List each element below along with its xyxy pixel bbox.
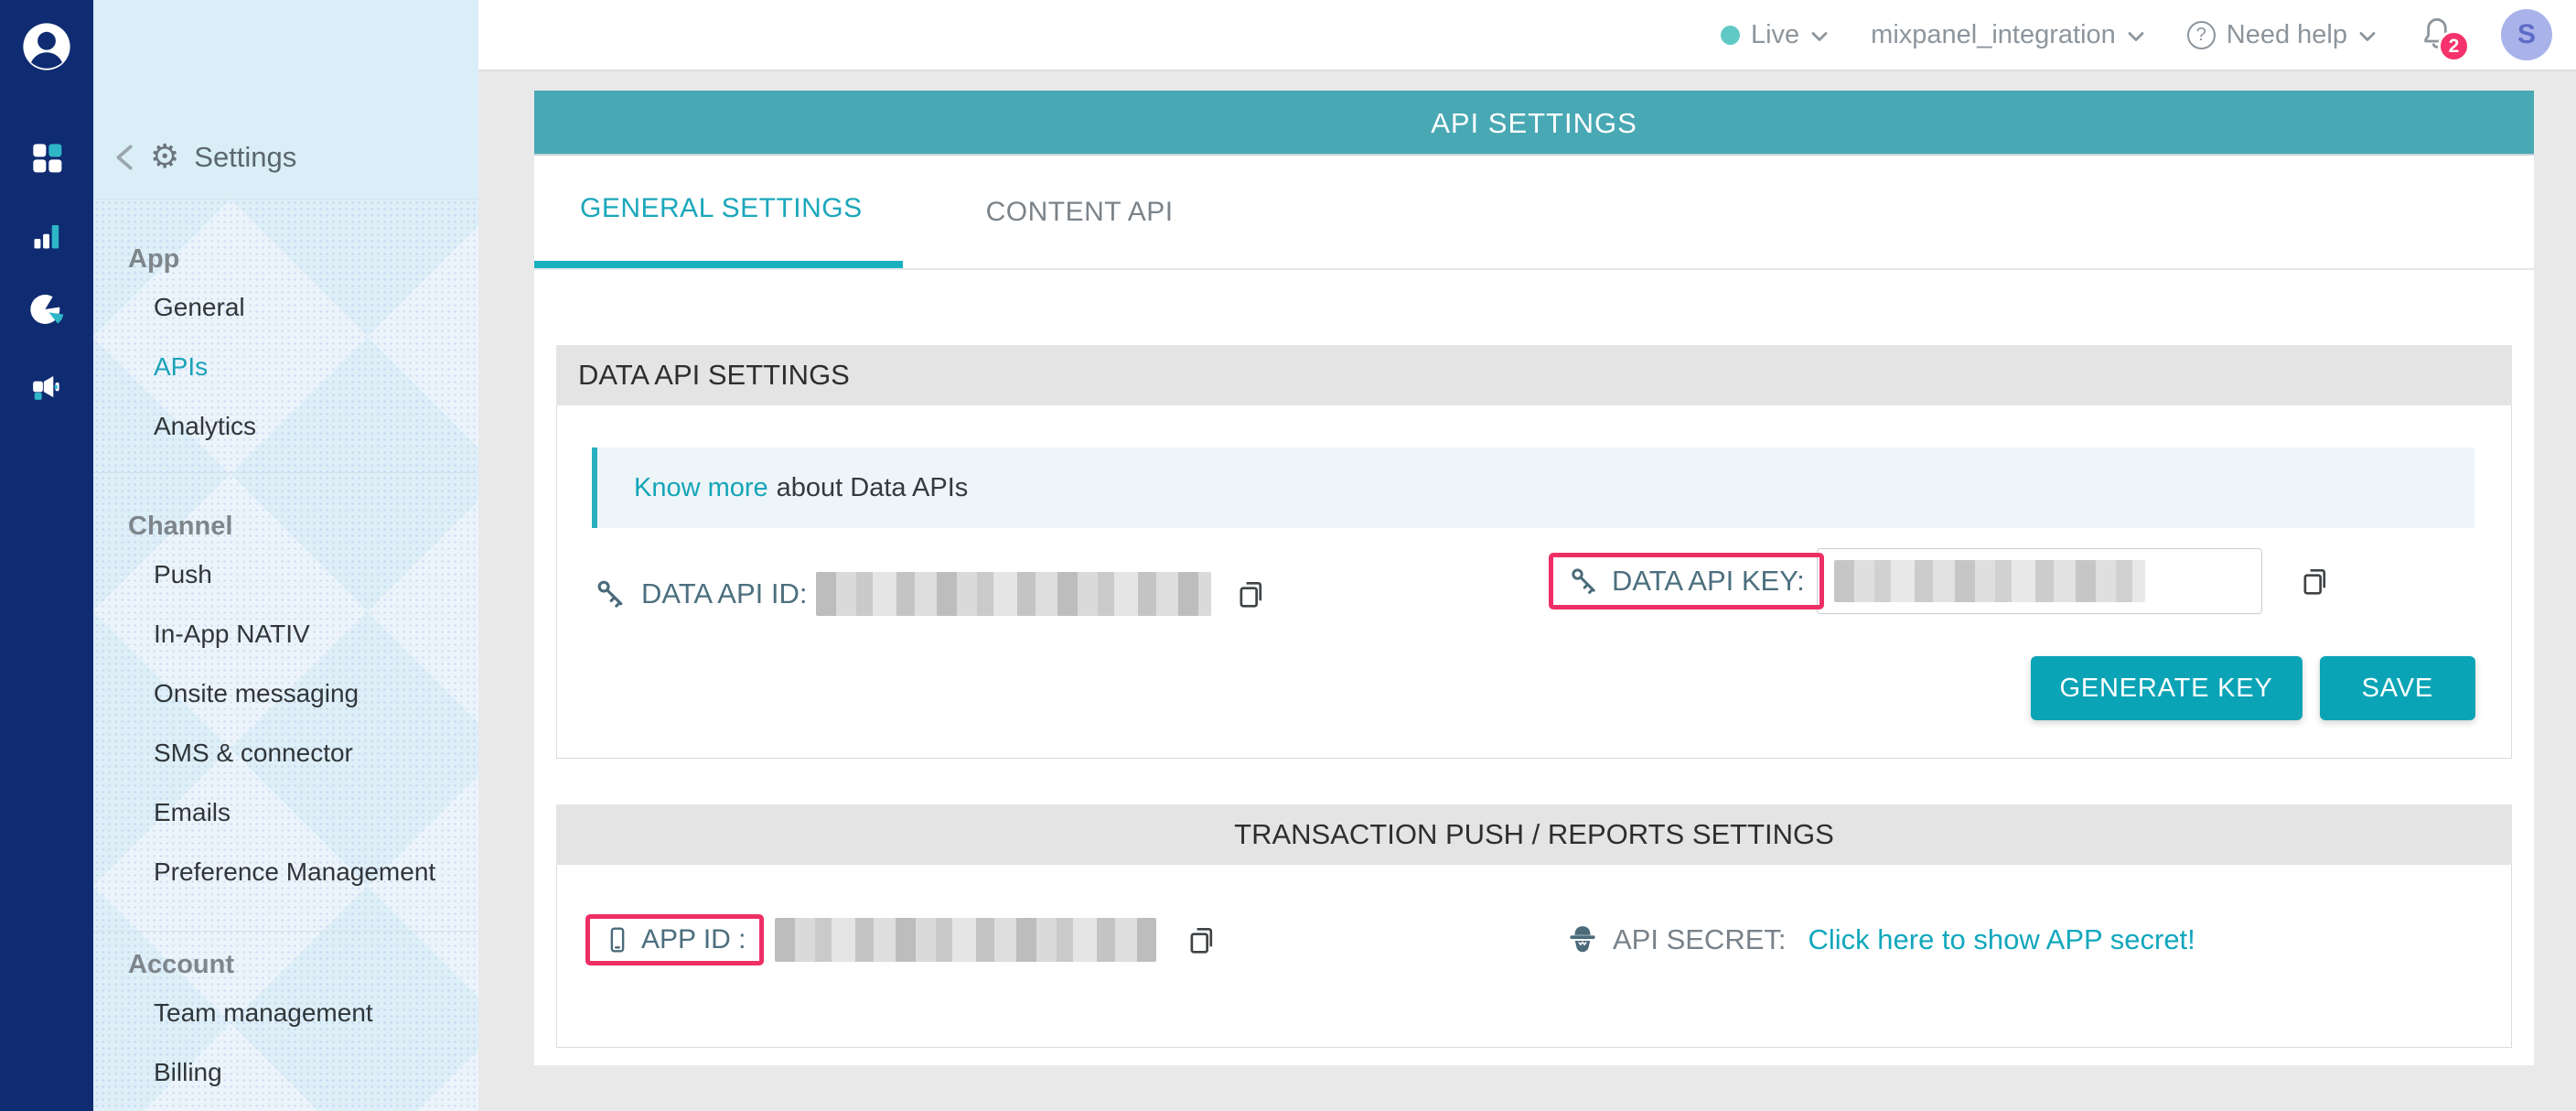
know-more-link[interactable]: Know more	[634, 473, 768, 503]
tab-general-settings[interactable]: GENERAL SETTINGS	[534, 156, 903, 268]
help-label: Need help	[2227, 20, 2347, 50]
data-api-key-input[interactable]	[1817, 548, 2262, 614]
data-api-key-group: DATA API KEY:	[1549, 552, 2332, 610]
app-id-value-redacted	[775, 918, 1156, 962]
sidebar-header: ⚙ Settings	[93, 0, 478, 200]
sidebar-section-app: App General APIs Analytics	[93, 200, 478, 472]
api-secret-row: API SECRET: Click here to show APP secre…	[1565, 911, 2195, 969]
phone-icon	[603, 924, 632, 955]
sidebar-item-push[interactable]: Push	[154, 545, 478, 604]
topbar: Live mixpanel_integration ? Need help	[478, 0, 2576, 71]
sidebar-section-channel: Channel Push In-App NATIV Onsite messagi…	[93, 472, 478, 931]
chevron-down-icon	[2358, 20, 2377, 50]
key-icon	[1568, 565, 1601, 598]
sidebar-item-onsite-messaging[interactable]: Onsite messaging	[154, 663, 478, 723]
segments-pie-icon[interactable]	[28, 291, 65, 332]
key-icon	[594, 577, 628, 611]
data-api-key-value-redacted	[1834, 560, 2145, 602]
save-button[interactable]: SAVE	[2320, 656, 2475, 720]
analytics-bars-icon[interactable]	[30, 220, 63, 257]
data-api-id-label: DATA API ID:	[641, 577, 807, 610]
back-chevron-icon[interactable]	[113, 144, 135, 171]
spy-secret-icon	[1565, 922, 1600, 957]
chevron-down-icon	[2127, 20, 2145, 50]
environment-dropdown[interactable]: Live	[1721, 20, 1829, 50]
sidebar-item-apis[interactable]: APIs	[154, 337, 478, 396]
know-more-infobox: Know more about Data APIs	[592, 448, 2474, 528]
copy-icon[interactable]	[2297, 564, 2332, 599]
tab-bar: GENERAL SETTINGS CONTENT API	[534, 156, 2534, 270]
project-name: mixpanel_integration	[1871, 20, 2116, 50]
project-dropdown[interactable]: mixpanel_integration	[1871, 20, 2145, 50]
show-app-secret-link[interactable]: Click here to show APP secret!	[1809, 923, 2195, 956]
data-api-key-annotation-box: DATA API KEY:	[1549, 553, 1824, 609]
screen: ⚙ Settings App General APIs Analytics Ch…	[0, 0, 2576, 1111]
chevron-down-icon	[1810, 20, 1829, 50]
live-label: Live	[1751, 20, 1799, 50]
help-menu[interactable]: ? Need help	[2187, 20, 2377, 50]
sidebar-section-label: Channel	[128, 508, 478, 545]
settings-sidebar: ⚙ Settings App General APIs Analytics Ch…	[93, 0, 478, 1111]
data-api-id-row: DATA API ID:	[594, 566, 1268, 621]
copy-icon[interactable]	[1233, 577, 1268, 611]
data-api-id-value-redacted	[816, 572, 1211, 616]
sidebar-item-emails[interactable]: Emails	[154, 782, 478, 842]
app-id-annotation-box: APP ID :	[585, 914, 764, 965]
gear-icon: ⚙	[150, 141, 179, 174]
generate-key-button[interactable]: GENERATE KEY	[2031, 656, 2302, 720]
sidebar-item-analytics[interactable]: Analytics	[154, 396, 478, 456]
app-id-label: APP ID :	[641, 924, 746, 955]
dashboard-grid-icon[interactable]	[28, 139, 65, 180]
sidebar-item-preference-management[interactable]: Preference Management	[154, 842, 478, 901]
sidebar-section-label: App	[128, 241, 478, 277]
app-id-row: APP ID :	[585, 911, 1218, 969]
sidebar-section-account: Account Team management Billing	[93, 931, 478, 1111]
notification-badge: 2	[2438, 30, 2470, 62]
api-secret-label: API SECRET:	[1613, 923, 1787, 956]
left-rail	[0, 0, 93, 1111]
section-title-transaction: TRANSACTION PUSH / REPORTS SETTINGS	[556, 804, 2512, 865]
know-more-text: about Data APIs	[777, 473, 969, 503]
tab-content-api[interactable]: CONTENT API	[944, 156, 1216, 268]
sidebar-item-inapp-nativ[interactable]: In-App NATIV	[154, 604, 478, 663]
help-question-icon: ?	[2187, 21, 2216, 49]
transaction-settings-section: TRANSACTION PUSH / REPORTS SETTINGS APP …	[556, 804, 2512, 1048]
netcore-logo-icon[interactable]	[20, 20, 73, 78]
sidebar-item-billing[interactable]: Billing	[154, 1042, 478, 1102]
campaigns-megaphone-icon[interactable]	[29, 370, 64, 409]
data-api-settings-section: DATA API SETTINGS Know more about Data A…	[556, 345, 2512, 759]
section-title-data-api: DATA API SETTINGS	[556, 345, 2512, 405]
sidebar-item-team-management[interactable]: Team management	[154, 983, 478, 1042]
live-status-dot	[1721, 26, 1740, 45]
data-api-actions: GENERATE KEY SAVE	[2031, 656, 2475, 720]
sidebar-item-general[interactable]: General	[154, 277, 478, 337]
api-settings-panel: API SETTINGS GENERAL SETTINGS CONTENT AP…	[534, 91, 2534, 1065]
notifications-button[interactable]: 2	[2419, 13, 2459, 57]
copy-icon[interactable]	[1184, 922, 1218, 957]
avatar[interactable]: S	[2501, 9, 2552, 60]
sidebar-item-sms-connector[interactable]: SMS & connector	[154, 723, 478, 782]
page-title: API SETTINGS	[534, 91, 2534, 156]
sidebar-title: Settings	[194, 141, 296, 174]
data-api-key-label: DATA API KEY:	[1612, 565, 1805, 598]
sidebar-section-label: Account	[128, 946, 478, 983]
